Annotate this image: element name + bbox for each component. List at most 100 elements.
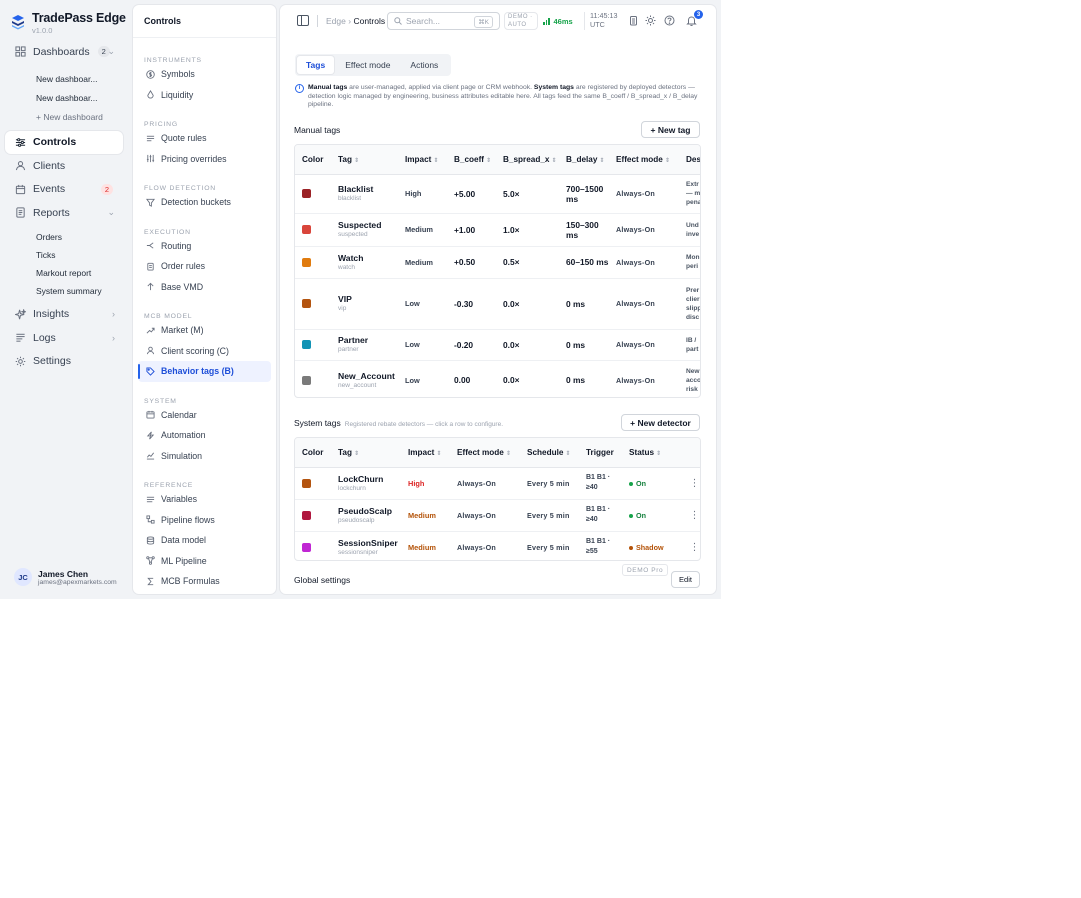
search-input[interactable]: Search... ⌘K	[387, 12, 500, 30]
nav-controls[interactable]: Controls	[5, 130, 123, 154]
controls-item-symbols[interactable]: Symbols	[138, 64, 271, 85]
col-b-delay-label: B_delay	[566, 154, 598, 164]
col-tag[interactable]: Tag ⇕	[331, 438, 401, 468]
controls-item-base-vmd[interactable]: Base VMD	[138, 277, 271, 298]
chevron-down-icon[interactable]: ⌄	[107, 46, 115, 57]
user-profile[interactable]: JC James Chen james@apexmarkets.com	[14, 568, 117, 586]
nav-clients[interactable]: Clients	[5, 154, 123, 178]
search-placeholder: Search...	[406, 16, 441, 26]
nav-report-markout[interactable]: Markout report	[5, 264, 123, 282]
chevron-down-icon[interactable]: ⌄	[107, 207, 115, 218]
description-line: pena	[686, 199, 701, 206]
new-detector-button[interactable]: + New detector	[621, 414, 700, 431]
col-impact[interactable]: Impact ⇕	[398, 145, 447, 175]
controls-item-liquidity[interactable]: Liquidity	[138, 85, 271, 106]
controls-item-calendar[interactable]: Calendar	[138, 405, 271, 426]
nav-settings[interactable]: Settings	[5, 350, 123, 374]
nav-insights[interactable]: Insights ›	[5, 303, 123, 327]
status-cell: On	[622, 467, 680, 500]
description-line: peri	[686, 263, 699, 270]
environment-badge[interactable]: DEMO · AUTO	[504, 12, 538, 30]
col-b-spread[interactable]: B_spread_x ⇕	[496, 145, 559, 175]
controls-item-label: Market (M)	[161, 325, 204, 336]
chevron-right-icon[interactable]: ›	[112, 333, 115, 343]
divider	[133, 37, 276, 38]
info-system-bold: System tags	[533, 84, 574, 91]
controls-item-detection-buckets[interactable]: Detection buckets	[138, 192, 271, 213]
chevron-right-icon[interactable]: ›	[112, 309, 115, 319]
breadcrumb-root[interactable]: Edge	[326, 16, 346, 26]
col-tag[interactable]: Tag ⇕	[331, 145, 398, 175]
controls-item-simulation[interactable]: Simulation	[138, 446, 271, 467]
col-schedule[interactable]: Schedule ⇕	[520, 438, 579, 468]
b-coeff-value: -0.30	[447, 278, 496, 330]
table-row[interactable]: PseudoScalp pseudoscalp Medium Always-On Eve…	[295, 499, 700, 532]
nav-reports[interactable]: Reports ⌄	[5, 201, 123, 225]
more-menu-icon[interactable]: ⋮	[680, 467, 700, 500]
b-coeff-value: +1.00	[447, 213, 496, 247]
controls-item-pipeline-flows[interactable]: Pipeline flows	[138, 510, 271, 531]
col-b-coeff[interactable]: B_coeff ⇕	[447, 145, 496, 175]
nav-logs[interactable]: Logs ›	[5, 326, 123, 350]
controls-item-client-scoring[interactable]: Client scoring (C)	[138, 341, 271, 362]
nav-dashboards[interactable]: Dashboards 2 ⌄	[5, 40, 123, 64]
section-flow-detection: FLOW DETECTION	[144, 185, 216, 192]
controls-item-quote-rules[interactable]: Quote rules	[138, 128, 271, 149]
table-row[interactable]: Suspected suspected Medium +1.00 1.0× 150–300…	[295, 213, 700, 247]
description-line: risk	[686, 385, 698, 393]
nav-events[interactable]: Events 2	[5, 178, 123, 202]
col-b-delay[interactable]: B_delay ⇕	[559, 145, 609, 175]
manual-tags-title: Manual tags	[294, 125, 341, 135]
controls-item-data-model[interactable]: Data model	[138, 530, 271, 551]
effect-mode-label: Always-On	[457, 478, 496, 488]
col-color: Color	[295, 438, 331, 468]
table-row[interactable]: SessionSniper sessionsniper Medium Always-O…	[295, 531, 700, 560]
help-icon[interactable]	[664, 15, 675, 26]
new-dashboard-link[interactable]: + New dashboard	[5, 108, 123, 127]
b-delay-value: 700–1500 ms	[559, 174, 609, 214]
table-row[interactable]: Partner partner Low -0.20 0.0× 0 ms Always-On I…	[295, 329, 700, 361]
controls-item-order-rules[interactable]: Order rules	[138, 256, 271, 277]
col-status[interactable]: Status ⇕	[622, 438, 680, 468]
table-row[interactable]: Blacklist blacklist High +5.00 5.0× 700–1500 …	[295, 174, 701, 214]
controls-item-pricing-overrides[interactable]: Pricing overrides	[138, 149, 271, 170]
tag-name: New_Account	[338, 370, 395, 381]
nav-report-orders[interactable]: Orders	[5, 228, 123, 246]
controls-item-label: Client scoring (C)	[161, 345, 229, 356]
col-effect-mode[interactable]: Effect mode ⇕	[609, 145, 679, 175]
tab-tags[interactable]: Tags	[297, 56, 335, 74]
table-row[interactable]: VIP vip Low -0.30 0.0× 0 ms Always-On Prer clier…	[295, 278, 700, 330]
controls-item-label: Pipeline flows	[161, 514, 215, 525]
table-row[interactable]: Watch watch Medium +0.50 0.5× 60–150 ms Always…	[295, 246, 700, 279]
col-impact-label: Impact	[408, 447, 435, 457]
effect-mode-label: Always-On	[616, 375, 655, 385]
new-tag-button[interactable]: + New tag	[641, 121, 700, 138]
tab-effect-mode[interactable]: Effect mode	[336, 56, 399, 74]
tab-actions[interactable]: Actions	[401, 56, 447, 74]
color-swatch	[302, 542, 311, 552]
controls-item-market[interactable]: Market (M)	[138, 320, 271, 341]
tag-cell: PseudoScalp pseudoscalp	[331, 499, 401, 532]
controls-item-automation[interactable]: Automation	[138, 425, 271, 446]
controls-item-routing[interactable]: Routing	[138, 236, 271, 257]
controls-item-variables[interactable]: Variables	[138, 489, 271, 510]
trash-icon[interactable]	[628, 15, 639, 26]
sidebar-toggle-icon[interactable]	[297, 15, 309, 26]
b-spread-value: 1.0×	[496, 213, 559, 247]
nav-dashboard-item-2[interactable]: New dashboar...	[5, 89, 123, 108]
b-spread-value: 0.5×	[496, 246, 559, 279]
controls-item-behavior-tags[interactable]: Behavior tags (B)	[138, 361, 271, 382]
col-impact[interactable]: Impact ⇕	[401, 438, 450, 468]
edit-global-settings-button[interactable]: Edit	[671, 571, 700, 588]
controls-item-ml-pipeline[interactable]: ML Pipeline	[138, 551, 271, 572]
sun-icon[interactable]	[645, 15, 656, 26]
nav-report-summary[interactable]: System summary	[5, 282, 123, 300]
controls-item-mcb-formulas[interactable]: MCB Formulas	[138, 571, 271, 592]
table-row[interactable]: New_Account new_account Low 0.00 0.0× 0 ms Alw…	[295, 360, 700, 397]
more-menu-icon[interactable]: ⋮	[680, 499, 700, 532]
nav-dashboard-item-1[interactable]: New dashboar...	[5, 70, 123, 89]
nav-report-ticks[interactable]: Ticks	[5, 246, 123, 264]
more-menu-icon[interactable]: ⋮	[680, 531, 700, 560]
col-effect-mode[interactable]: Effect mode ⇕	[450, 438, 520, 468]
table-row[interactable]: LockChurn lockchurn High Always-On Every 5 m…	[295, 467, 700, 500]
